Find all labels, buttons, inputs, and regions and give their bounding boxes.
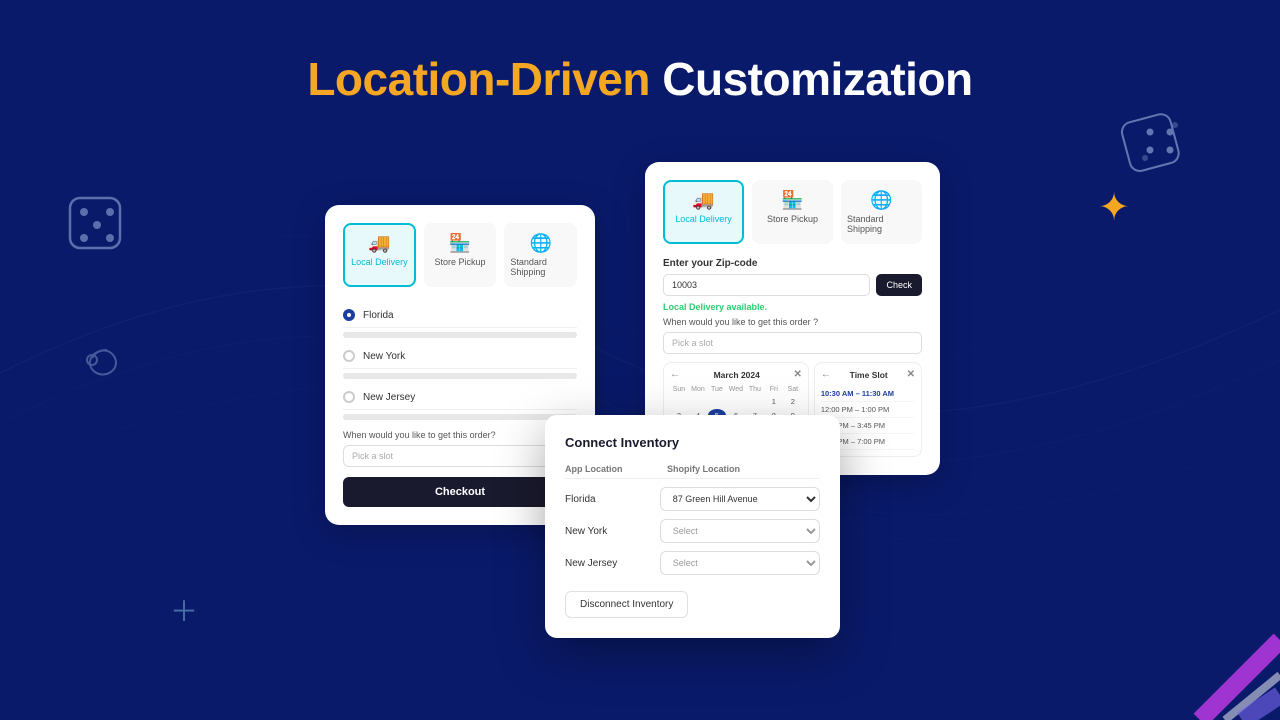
zip-label: Enter your Zip-code [663,258,922,269]
left-tab-local[interactable]: 🚚 Local Delivery [343,223,416,287]
cal-cell [670,395,688,408]
left-tab-standard-label: Standard Shipping [510,257,571,277]
connect-inventory-modal: Connect Inventory App Location Shopify L… [545,415,840,638]
list-item[interactable]: New Jersey [343,385,577,410]
radio-florida[interactable] [343,309,355,321]
swirl-icon [80,340,135,395]
disconnect-inventory-button[interactable]: Disconnect Inventory [565,591,688,618]
page-title: Location-Driven Customization [0,0,1280,106]
check-button[interactable]: Check [876,274,922,296]
ts-title: Time Slot [850,370,888,380]
left-when-label: When would you like to get this order? [343,430,577,440]
list-item [343,332,577,338]
cross-icon: ＋ [170,590,198,630]
left-slot-placeholder: Pick a slot [352,451,393,461]
cal-cell [689,395,707,408]
left-pick-slot[interactable]: Pick a slot [343,445,577,467]
modal-loc-newjersey: New Jersey [565,558,660,569]
dice-icon-tr [1120,100,1200,180]
title-orange: Location-Driven [307,53,650,105]
modal-title: Connect Inventory [565,435,820,450]
right-tab-pickup-label: Store Pickup [767,214,818,224]
left-tab-local-label: Local Delivery [351,257,408,267]
local-delivery-icon: 🚚 [368,233,390,254]
right-tab-standard[interactable]: 🌐 Standard Shipping [841,180,922,244]
cal-cell[interactable]: 2 [784,395,802,408]
list-item [343,373,577,379]
cal-close[interactable]: ✕ [793,369,801,380]
cal-day-sun: Sun [670,385,688,394]
right-tab-pickup[interactable]: 🏪 Store Pickup [752,180,833,244]
right-tab-local-label: Local Delivery [675,214,732,224]
list-item[interactable]: New York [343,344,577,369]
modal-select-newyork[interactable]: Select [660,519,820,543]
cal-month-year: March 2024 [714,370,760,380]
col-shopify-header: Shopify Location [667,464,820,474]
cal-day-sat: Sat [784,385,802,394]
cal-day-wed: Wed [727,385,745,394]
ts-header: ← Time Slot ✕ [821,369,915,380]
modal-loc-newyork: New York [565,526,660,537]
right-slot-placeholder: Pick a slot [672,338,713,348]
stripe-bar [1080,620,1280,720]
radio-newyork[interactable] [343,350,355,362]
col-app-header: App Location [565,464,667,474]
standard-shipping-icon: 🌐 [529,233,551,254]
star-icon: ✦ [1098,185,1130,230]
left-delivery-tabs: 🚚 Local Delivery 🏪 Store Pickup 🌐 Standa… [343,223,577,287]
ts-back[interactable]: ← [821,369,831,380]
dice-icon-tl [62,190,132,260]
radio-newjersey[interactable] [343,391,355,403]
location-newjersey: New Jersey [363,392,415,403]
modal-row-newjersey: New Jersey Select [565,551,820,575]
ts-close[interactable]: ✕ [907,369,915,380]
store-pickup-icon: 🏪 [449,233,471,254]
right-local-icon: 🚚 [692,190,714,211]
modal-select-newjersey[interactable]: Select [660,551,820,575]
calendar-header: ← March 2024 ✕ [670,369,802,380]
modal-loc-florida: Florida [565,494,660,505]
right-tab-standard-label: Standard Shipping [847,214,916,234]
location-newyork: New York [363,351,405,362]
right-standard-icon: 🌐 [870,190,892,211]
zip-row: Check [663,274,922,296]
right-tab-local[interactable]: 🚚 Local Delivery [663,180,744,244]
list-item[interactable]: Florida [343,303,577,328]
cal-cell [746,395,764,408]
list-item [343,414,577,420]
cal-day-tue: Tue [708,385,726,394]
cal-day-thu: Thu [746,385,764,394]
cal-cell [708,395,726,408]
zip-input[interactable] [663,274,870,296]
cal-day-mon: Mon [689,385,707,394]
right-pick-slot[interactable]: Pick a slot [663,332,922,354]
right-delivery-tabs: 🚚 Local Delivery 🏪 Store Pickup 🌐 Standa… [663,180,922,244]
cal-cell[interactable]: 1 [765,395,783,408]
modal-row-florida: Florida 87 Green Hill Avenue [565,487,820,511]
modal-table-header: App Location Shopify Location [565,464,820,479]
left-tab-pickup-label: Store Pickup [434,257,485,267]
modal-select-florida[interactable]: 87 Green Hill Avenue [660,487,820,511]
left-location-list: Florida New York New Jersey [343,303,577,420]
cal-prev[interactable]: ← [670,369,680,380]
right-pickup-icon: 🏪 [781,190,803,211]
location-florida: Florida [363,310,394,321]
ts-slot[interactable]: 12:00 PM – 1:00 PM [821,402,915,418]
checkout-button[interactable]: Checkout [343,477,577,507]
left-tab-standard[interactable]: 🌐 Standard Shipping [504,223,577,287]
modal-row-newyork: New York Select [565,519,820,543]
cal-cell [727,395,745,408]
delivery-available-text: Local Delivery available. [663,302,922,312]
ts-slot[interactable]: 10:30 AM – 11:30 AM [821,386,915,402]
cal-day-fri: Fri [765,385,783,394]
left-tab-pickup[interactable]: 🏪 Store Pickup [424,223,497,287]
title-white: Customization [662,53,972,105]
right-when-label: When would you like to get this order ? [663,317,922,327]
